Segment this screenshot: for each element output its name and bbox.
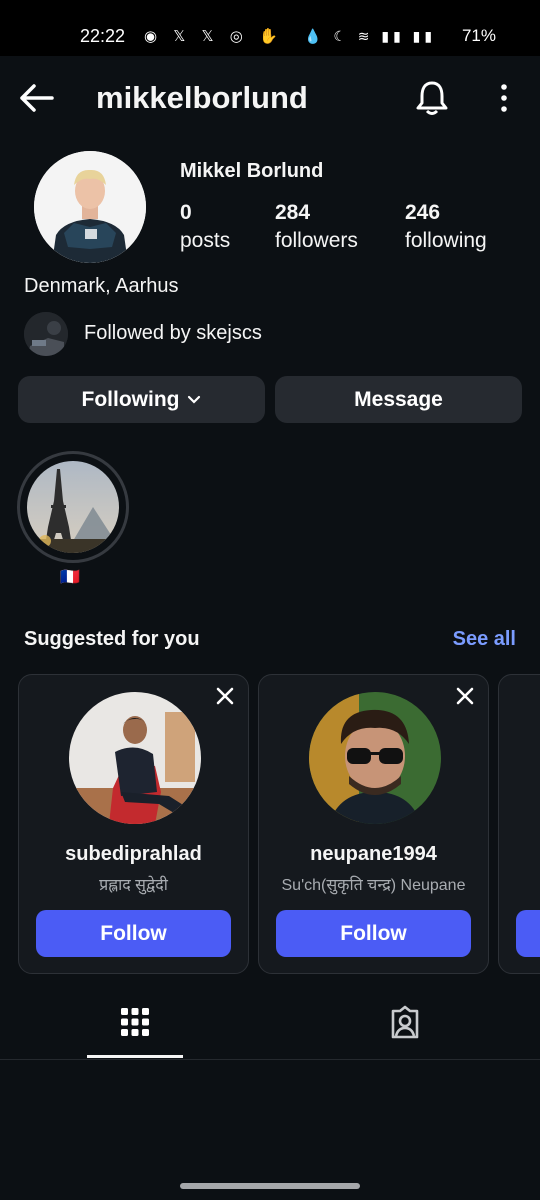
followers-count: 284: [275, 201, 311, 224]
home-indicator[interactable]: [180, 1183, 360, 1189]
close-icon[interactable]: [214, 685, 236, 707]
highlight-cover: [27, 461, 119, 553]
grid-icon[interactable]: [120, 1007, 150, 1037]
following-label: following: [405, 229, 487, 252]
signal-icons: 💧 ☾ ≋ ▮▮ ▮▮: [304, 28, 437, 44]
page-title: mikkelborlund: [96, 80, 308, 115]
close-icon[interactable]: [454, 685, 476, 707]
chevron-down-icon: [188, 395, 201, 404]
following-count: 246: [405, 201, 441, 224]
profile-header: mikkelborlund: [0, 56, 540, 140]
suggestion-avatar[interactable]: [309, 692, 441, 824]
suggestion-subtitle: Su'ch(सुकृति चन्द्र) Neupane: [281, 877, 466, 894]
tagged-icon[interactable]: [387, 1005, 423, 1041]
followers-stat[interactable]: 284 followers: [275, 199, 358, 255]
follow-button-partial[interactable]: [516, 910, 540, 957]
highlight-label: 🇫🇷: [60, 569, 80, 586]
follower-avatar: [24, 312, 68, 356]
suggestion-card[interactable]: neupane1994 Su'ch(सुकृति चन्द्र) Neupane…: [258, 674, 489, 974]
posts-label: posts: [180, 229, 231, 252]
profile-location: Denmark, Aarhus: [24, 275, 179, 297]
more-options-icon[interactable]: [492, 82, 516, 114]
story-highlight[interactable]: [17, 451, 129, 563]
battery-level: 71%: [461, 26, 496, 45]
bell-icon[interactable]: [414, 79, 450, 117]
notification-icons: ◉ 𝕏 𝕏 ◎ ✋: [144, 28, 284, 45]
suggestion-username: neupane1994: [310, 843, 437, 865]
posts-count: 0: [180, 201, 192, 224]
following-stat[interactable]: 246 following: [405, 199, 487, 255]
suggestion-card[interactable]: subediprahlad प्रह्लाद सुद्वेदी Follow: [18, 674, 249, 974]
follow-button[interactable]: Follow: [276, 910, 471, 957]
suggested-title: Suggested for you: [24, 628, 200, 650]
suggestion-avatar[interactable]: [69, 692, 201, 824]
message-button[interactable]: Message: [275, 376, 522, 423]
followers-label: followers: [275, 229, 358, 252]
follow-button[interactable]: Follow: [36, 910, 231, 957]
profile-avatar[interactable]: [34, 151, 146, 263]
status-time: 22:22: [80, 26, 126, 46]
suggestion-username: subediprahlad: [65, 843, 202, 865]
profile-tabs: [0, 995, 540, 1060]
followed-by-text: Followed by skejscs: [84, 322, 262, 344]
following-button[interactable]: Following: [18, 376, 265, 423]
see-all-link[interactable]: See all: [453, 628, 516, 651]
suggestion-card-partial[interactable]: [498, 674, 540, 974]
status-bar: 22:22 ◉ 𝕏 𝕏 ◎ ✋ 💧 ☾ ≋ ▮▮ ▮▮ 71%: [0, 0, 540, 56]
profile-full-name: Mikkel Borlund: [180, 160, 324, 182]
back-arrow-icon[interactable]: [16, 82, 56, 114]
suggestion-subtitle: प्रह्लाद सुद्वेदी: [99, 877, 168, 894]
following-button-label: Following: [81, 387, 180, 411]
active-tab-indicator: [87, 1055, 183, 1058]
posts-stat[interactable]: 0 posts: [180, 199, 230, 255]
message-button-label: Message: [354, 387, 443, 411]
